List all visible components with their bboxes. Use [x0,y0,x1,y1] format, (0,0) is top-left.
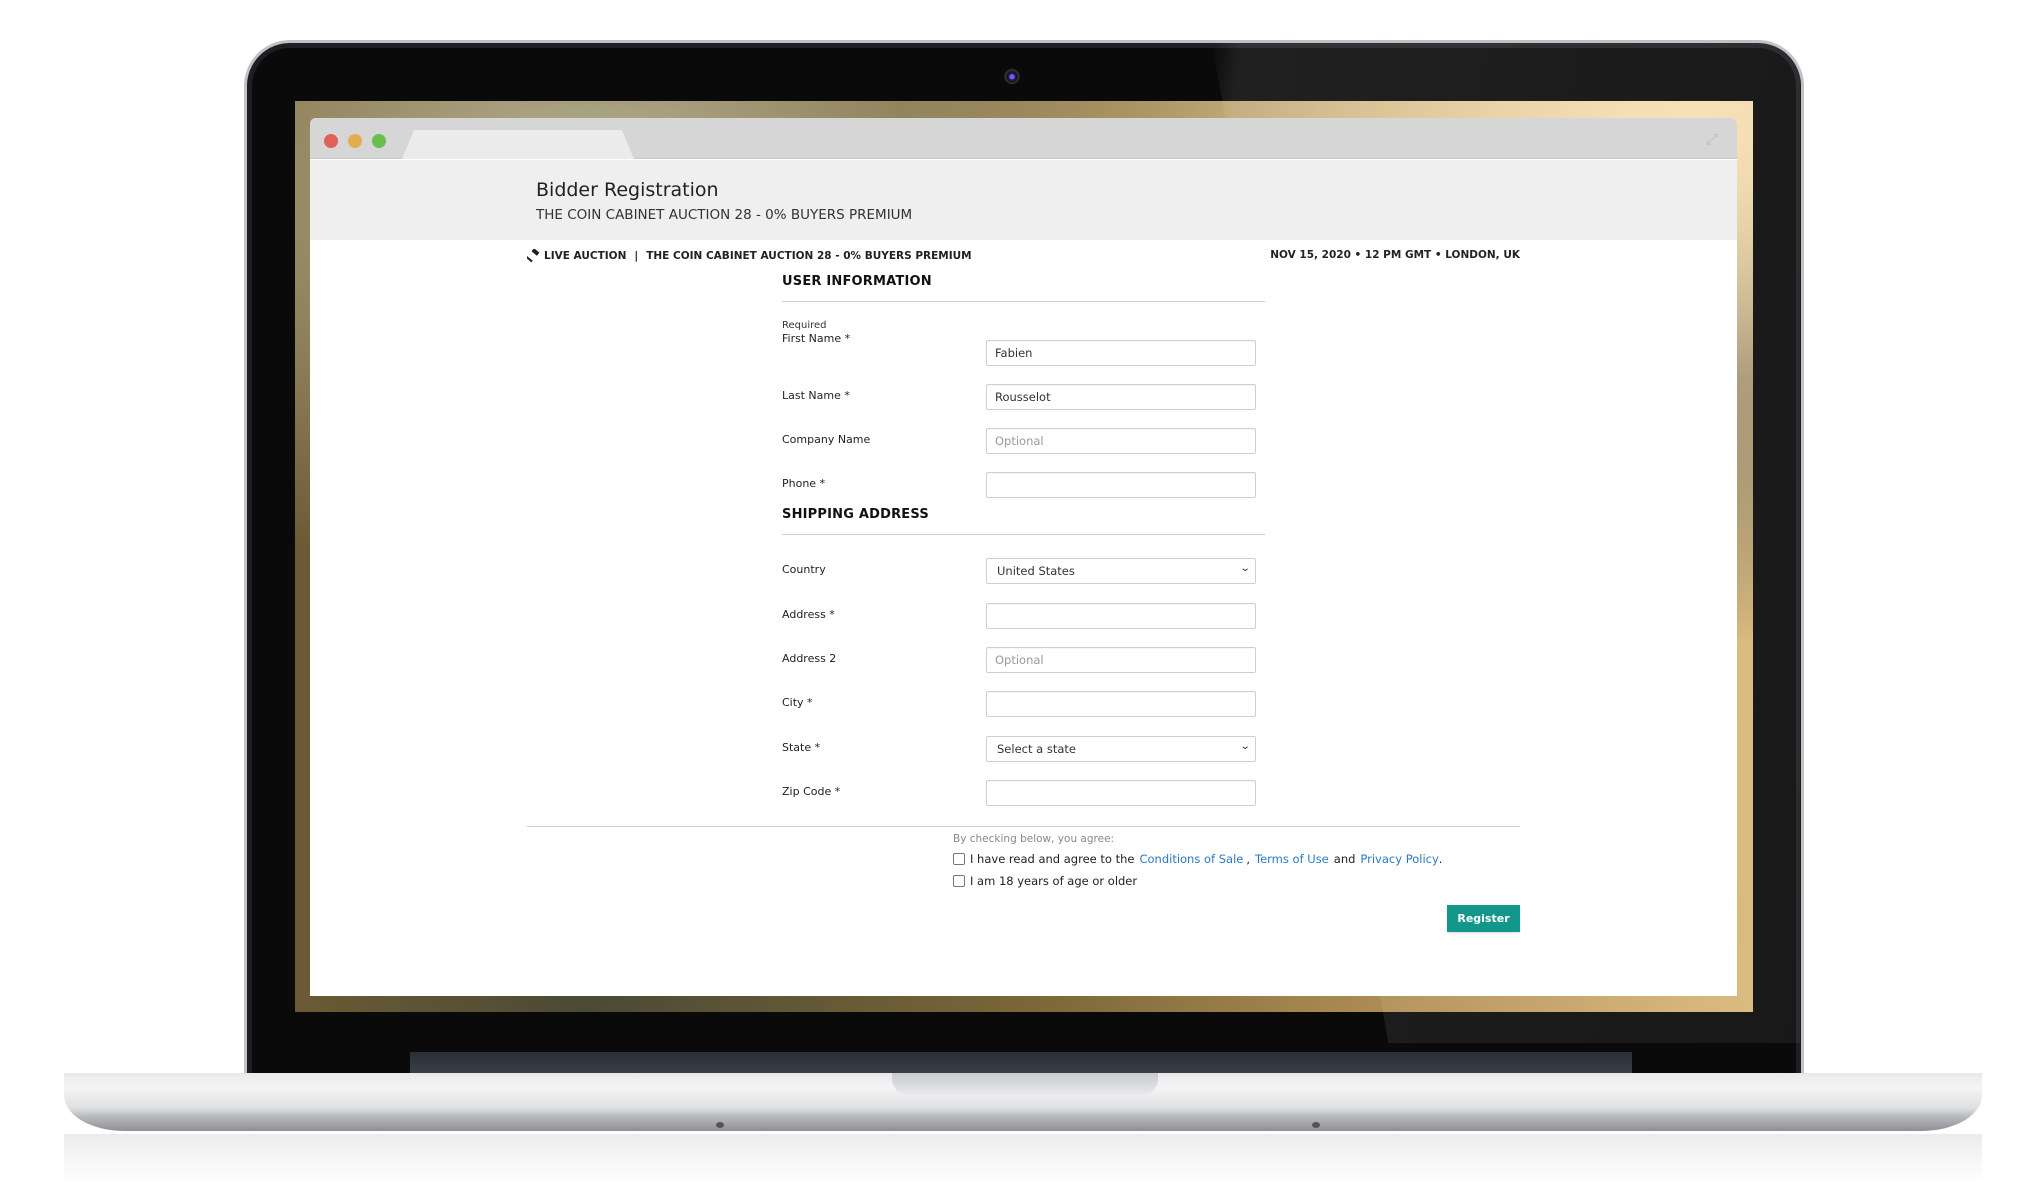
minimize-window-button[interactable] [348,134,362,148]
age-label: I am 18 years of age or older [970,874,1138,888]
address2-input[interactable] [986,647,1256,673]
field-row-company-name: Company Name [782,428,1265,454]
maximize-window-button[interactable] [372,134,386,148]
terms-agreement-row[interactable]: I have read and agree to the Conditions … [953,852,1442,866]
first-name-input[interactable] [986,340,1256,366]
phone-input[interactable] [986,472,1256,498]
terms-suffix: . [1438,852,1443,866]
page-title: Bidder Registration [536,179,719,201]
field-row-first-name: First Name * [782,330,1265,366]
field-row-country: Country United States ⌄ [782,558,1265,584]
last-name-label: Last Name * [782,389,850,402]
state-select[interactable]: Select a state ⌄ [986,736,1256,762]
first-name-label: First Name * [782,332,851,345]
zip-code-label: Zip Code * [782,785,841,798]
address-label: Address * [782,608,835,621]
country-label: Country [782,563,826,576]
laptop-foot [1312,1122,1320,1128]
company-name-label: Company Name [782,433,871,446]
terms-prefix: I have read and agree to the [970,852,1135,866]
field-row-phone: Phone * [782,472,1265,498]
country-select[interactable]: United States ⌄ [986,558,1256,584]
auction-date-location: NOV 15, 2020 • 12 PM GMT • LONDON, UK [1270,249,1520,261]
page-header: Bidder Registration THE COIN CABINET AUC… [310,160,1737,240]
address-input[interactable] [986,603,1256,629]
conditions-of-sale-link[interactable]: Conditions of Sale [1139,852,1243,866]
info-separator: | [634,250,639,262]
section-title-shipping-address: SHIPPING ADDRESS [782,507,929,522]
browser-tab-bar: ⤢ [310,118,1737,159]
page-subtitle: THE COIN CABINET AUCTION 28 - 0% BUYERS … [536,207,913,223]
browser-window: ⤢ Bidder Registration THE COIN CABINET A… [310,118,1737,996]
state-selected-value: Select a state [997,742,1076,756]
field-row-address2: Address 2 [782,647,1265,673]
zip-code-input[interactable] [986,780,1256,806]
chevron-down-icon: ⌄ [1239,563,1251,574]
agreement-intro: By checking below, you agree: [953,833,1115,845]
field-row-last-name: Last Name * [782,384,1265,410]
last-name-input[interactable] [986,384,1256,410]
gavel-icon [525,248,541,263]
address2-label: Address 2 [782,652,837,665]
terms-and: and [1333,852,1356,866]
terms-of-use-link[interactable]: Terms of Use [1255,852,1329,866]
age-checkbox[interactable] [953,875,965,887]
webcam-icon [1004,68,1020,84]
section-title-user-information: USER INFORMATION [782,274,932,289]
auction-type: LIVE AUCTION [544,250,627,262]
form-divider [527,826,1520,827]
laptop-reflection [64,1134,1982,1184]
auction-info-bar: LIVE AUCTION | THE COIN CABINET AUCTION … [525,248,1520,265]
auction-name: THE COIN CABINET AUCTION 28 - 0% BUYERS … [646,250,972,262]
register-button[interactable]: Register [1447,905,1520,932]
field-row-zip-code: Zip Code * [782,780,1265,806]
field-row-state: State * Select a state ⌄ [782,736,1265,762]
state-label: State * [782,741,821,754]
company-name-input[interactable] [986,428,1256,454]
laptop-foot [716,1122,724,1128]
laptop-hinge [410,1052,1632,1074]
browser-tab-active[interactable] [402,130,634,159]
terms-comma: , [1246,852,1251,866]
section-divider [782,534,1265,535]
close-window-button[interactable] [324,134,338,148]
field-row-address: Address * [782,603,1265,629]
city-label: City * [782,696,813,709]
field-row-city: City * [782,691,1265,717]
age-confirmation-row[interactable]: I am 18 years of age or older [953,874,1137,888]
section-divider [782,301,1265,302]
city-input[interactable] [986,691,1256,717]
country-selected-value: United States [997,564,1075,578]
phone-label: Phone * [782,477,826,490]
chevron-down-icon: ⌄ [1239,741,1251,752]
terms-checkbox[interactable] [953,853,965,865]
laptop-lid-notch [892,1073,1158,1095]
expand-icon[interactable]: ⤢ [1703,130,1721,148]
privacy-policy-link[interactable]: Privacy Policy [1360,852,1438,866]
